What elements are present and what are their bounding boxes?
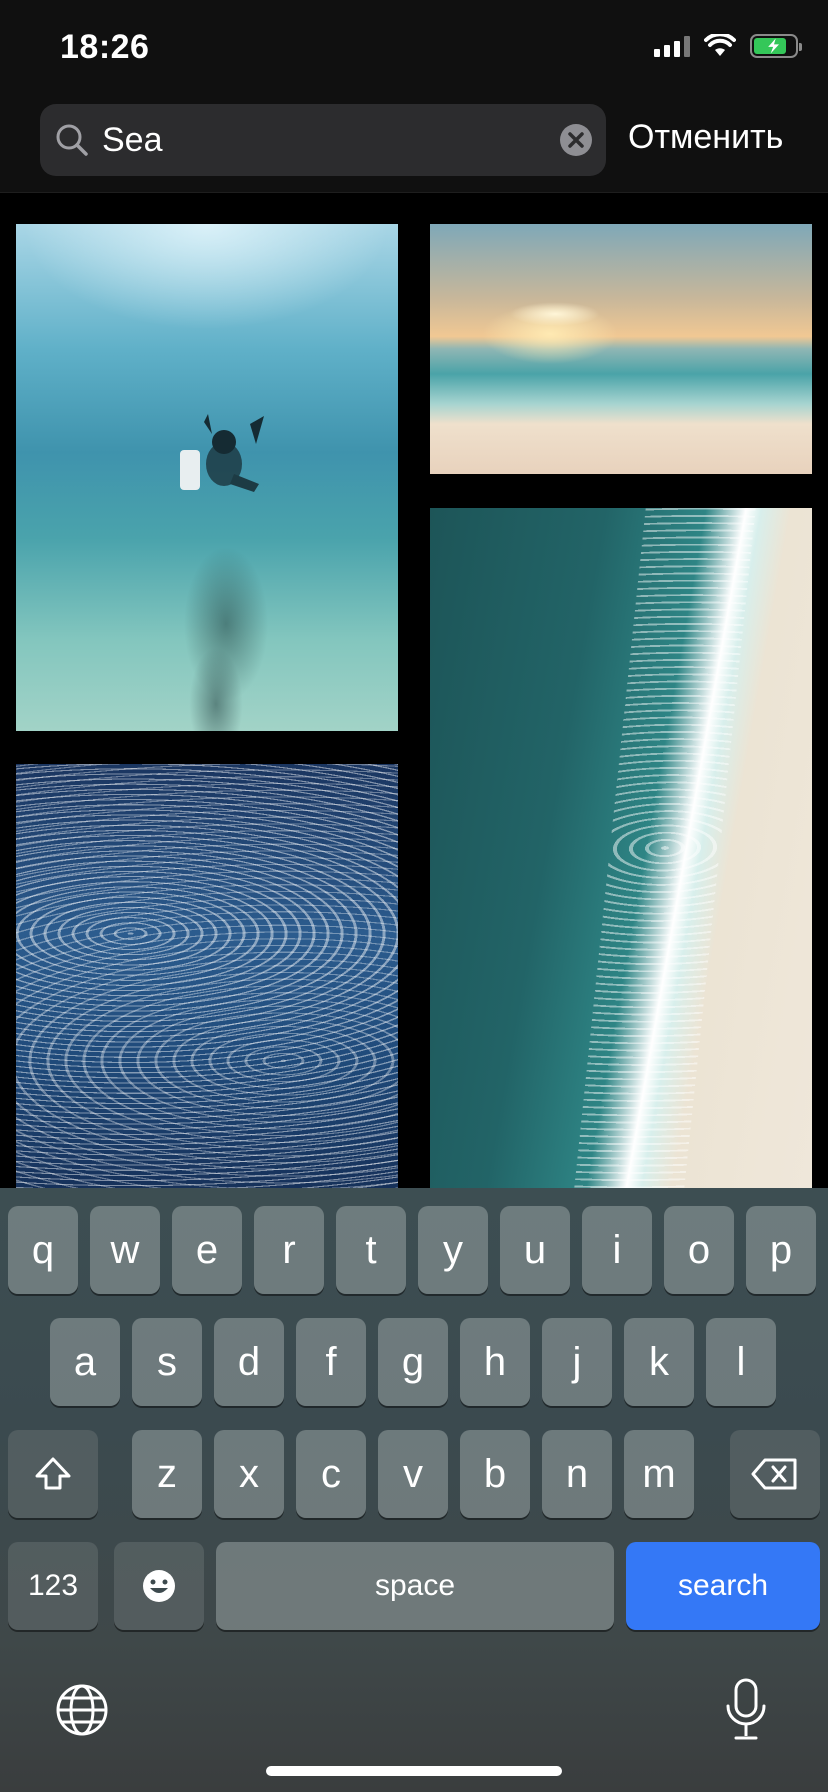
shift-key[interactable] (8, 1430, 98, 1518)
status-icons (654, 34, 802, 58)
space-key[interactable]: space (216, 1542, 614, 1630)
key-e[interactable]: e (172, 1206, 242, 1294)
key-r[interactable]: r (254, 1206, 324, 1294)
diver-figure (180, 414, 264, 492)
key-f[interactable]: f (296, 1318, 366, 1406)
key-t[interactable]: t (336, 1206, 406, 1294)
photo-aerial-shoreline[interactable] (430, 508, 812, 1188)
key-y[interactable]: y (418, 1206, 488, 1294)
search-field[interactable]: Sea (40, 104, 606, 176)
emoji-key[interactable] (114, 1542, 204, 1630)
photo-beach-sunset[interactable] (430, 224, 812, 474)
key-i[interactable]: i (582, 1206, 652, 1294)
clear-icon (568, 132, 584, 148)
clear-search-button[interactable] (560, 124, 592, 156)
keyboard: qwertyuiop asdfghjkl zxcvbnm 123 space sea… (0, 1188, 828, 1792)
key-z[interactable]: z (132, 1430, 202, 1518)
home-indicator (266, 1766, 562, 1776)
emoji-icon (143, 1570, 175, 1602)
photo-underwater-diver[interactable] (16, 224, 398, 731)
search-query-text[interactable]: Sea (102, 121, 163, 160)
search-key[interactable]: search (626, 1542, 820, 1630)
key-c[interactable]: c (296, 1430, 366, 1518)
key-x[interactable]: x (214, 1430, 284, 1518)
wifi-icon (704, 34, 736, 56)
microphone-icon[interactable] (724, 1678, 768, 1742)
key-p[interactable]: p (746, 1206, 816, 1294)
key-m[interactable]: m (624, 1430, 694, 1518)
search-icon (56, 124, 88, 156)
key-w[interactable]: w (90, 1206, 160, 1294)
battery-icon (750, 34, 802, 58)
cancel-button[interactable]: Отменить (628, 118, 783, 157)
status-time: 18:26 (60, 28, 150, 66)
key-q[interactable]: q (8, 1206, 78, 1294)
key-g[interactable]: g (378, 1318, 448, 1406)
key-n[interactable]: n (542, 1430, 612, 1518)
key-k[interactable]: k (624, 1318, 694, 1406)
delete-icon (751, 1458, 797, 1490)
search-header: 18:26 Sea Отменить (0, 0, 828, 193)
key-b[interactable]: b (460, 1430, 530, 1518)
cellular-signal-icon (654, 35, 690, 57)
key-a[interactable]: a (50, 1318, 120, 1406)
shift-icon (35, 1457, 71, 1490)
delete-key[interactable] (730, 1430, 820, 1518)
numbers-key[interactable]: 123 (8, 1542, 98, 1630)
photo-ocean-waves[interactable] (16, 764, 398, 1188)
key-o[interactable]: o (664, 1206, 734, 1294)
key-v[interactable]: v (378, 1430, 448, 1518)
sun-glow (510, 302, 600, 326)
wave-foam (574, 508, 756, 1188)
key-l[interactable]: l (706, 1318, 776, 1406)
key-u[interactable]: u (500, 1206, 570, 1294)
key-j[interactable]: j (542, 1318, 612, 1406)
key-h[interactable]: h (460, 1318, 530, 1406)
globe-icon[interactable] (54, 1682, 110, 1738)
key-s[interactable]: s (132, 1318, 202, 1406)
key-d[interactable]: d (214, 1318, 284, 1406)
